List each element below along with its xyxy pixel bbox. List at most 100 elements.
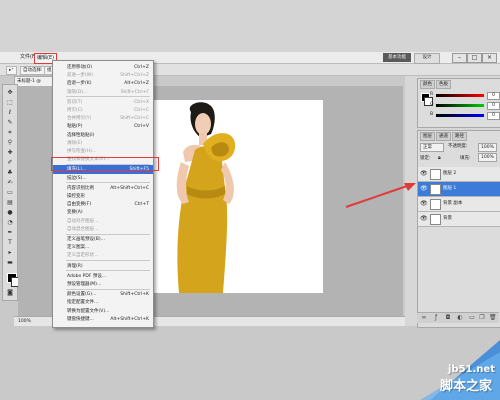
r-value-field[interactable]: 0 <box>487 92 500 100</box>
type-tool-icon[interactable]: T <box>5 239 15 247</box>
quick-mask-icon[interactable]: ◙ <box>5 289 15 297</box>
lasso-tool-icon[interactable]: ℓ <box>5 109 15 117</box>
essentials-workspace-button[interactable]: 基本功能 <box>383 53 411 62</box>
title-bar <box>0 0 500 52</box>
quick-select-tool-icon[interactable]: ✎ <box>5 119 15 127</box>
healing-tool-icon[interactable]: ✚ <box>5 149 15 157</box>
fill-highlight-box <box>51 157 159 171</box>
g-channel-label: G <box>430 102 434 107</box>
visibility-eye-icon[interactable]: 👁︎ <box>420 170 428 177</box>
edit-menu-item[interactable]: 渐隐(D)... Shift+Ctrl+F <box>53 88 153 97</box>
edit-menu-item[interactable]: 描边(S)... <box>53 174 153 183</box>
edit-menu-item[interactable]: 键盘快捷键... Alt+Shift+Ctrl+K <box>53 315 153 324</box>
move-tool-icon[interactable]: ✥ <box>5 89 15 97</box>
edit-menu-item[interactable]: 清理(R) <box>53 262 153 271</box>
adjustment-layer-icon[interactable]: ◐ <box>457 315 463 321</box>
layer-mask-icon[interactable]: ◘ <box>445 315 451 321</box>
blend-mode-select[interactable]: 正常 <box>420 143 444 152</box>
edit-menu-item[interactable]: 定义自定形状... <box>53 251 153 260</box>
color-panel: 颜色 色板 R 0 G 0 B 0 <box>417 78 500 128</box>
eyedropper-tool-icon[interactable]: ⚲ <box>5 139 15 147</box>
pen-tool-icon[interactable]: ✒ <box>5 229 15 237</box>
tab-paths[interactable]: 路径 <box>452 132 467 141</box>
menu-item-label: 渐隐(D)... <box>67 89 88 95</box>
trash-icon[interactable]: 🗑︎ <box>489 315 497 321</box>
minimize-icon[interactable]: – <box>452 53 467 63</box>
dodge-tool-icon[interactable]: ◔ <box>5 219 15 227</box>
g-slider[interactable] <box>436 104 484 107</box>
layer-name: 图层 2 <box>443 171 457 176</box>
new-layer-icon[interactable]: ❐ <box>479 315 485 321</box>
g-value-field[interactable]: 0 <box>487 102 500 110</box>
menu-item-label: 描边(S)... <box>67 175 87 181</box>
history-brush-tool-icon[interactable]: ✍ <box>5 179 15 187</box>
eraser-tool-icon[interactable]: ▭ <box>5 189 15 197</box>
blur-tool-icon[interactable]: ● <box>5 209 15 217</box>
layer-row[interactable]: 👁︎ 图层 1 <box>418 182 500 197</box>
fill-field[interactable]: 100% <box>478 153 497 162</box>
watermark-url: jb51.net <box>448 364 495 375</box>
menu-item-label: 清理(R) <box>67 263 83 269</box>
path-select-tool-icon[interactable]: ▸ <box>5 249 15 257</box>
menu-item-label: 预设管理器(M)... <box>67 282 102 287</box>
opacity-field[interactable]: 100% <box>478 143 497 152</box>
close-icon[interactable]: × <box>482 53 497 63</box>
lock-icon[interactable]: 🔒︎ <box>438 155 441 161</box>
new-group-icon[interactable]: ▭ <box>469 315 475 321</box>
stamp-tool-icon[interactable]: ♣ <box>5 169 15 177</box>
visibility-eye-icon[interactable]: 👁︎ <box>420 215 428 222</box>
r-slider[interactable] <box>436 94 484 97</box>
zoom-level[interactable]: 100% <box>18 319 31 324</box>
layer-style-icon[interactable]: ƒ <box>433 315 439 321</box>
b-value-field[interactable]: 0 <box>487 112 500 120</box>
edit-menu-dropdown: 还原移动(O) Ctrl+Z 前进一步(W) Shift+Ctrl+Z 后退一步(K) A… <box>52 60 154 328</box>
window-controls: – □ × <box>452 53 498 63</box>
link-layers-icon[interactable]: ∞ <box>421 315 427 321</box>
marquee-tool-icon[interactable]: ⬚ <box>5 99 15 107</box>
model-photo <box>176 102 236 293</box>
layer-thumbnail <box>430 214 441 225</box>
layer-name: 背景 副本 <box>443 201 463 206</box>
crop-tool-icon[interactable]: ⌗ <box>5 129 15 137</box>
layer-thumbnail <box>430 169 441 180</box>
layer-row[interactable]: 👁︎ 图层 2 <box>418 167 500 182</box>
tab-layers[interactable]: 图层 <box>420 132 435 141</box>
visibility-eye-icon[interactable]: 👁︎ <box>420 200 428 207</box>
opacity-label: 不透明度: <box>448 144 468 149</box>
edit-menu-item[interactable]: 预设管理器(M)... <box>53 280 153 289</box>
lock-label: 锁定: <box>420 156 431 161</box>
maximize-icon[interactable]: □ <box>467 53 482 63</box>
shape-tool-icon[interactable]: ▬ <box>5 259 15 267</box>
layer-thumbnail <box>430 184 441 195</box>
brush-tool-icon[interactable]: ✐ <box>5 159 15 167</box>
visibility-eye-icon[interactable]: 👁︎ <box>420 185 428 192</box>
tools-panel: ✥ ⬚ ℓ ✎ ⌗ ⚲ ✚ ✐ ♣ ✍ ▭ ▤ ● ◔ ✒ T ▸ ▬ ◙ <box>2 84 21 301</box>
annotation-arrow <box>345 183 416 208</box>
tab-swatches[interactable]: 色板 <box>436 80 451 89</box>
edit-menu-item[interactable]: 自动混合图层... <box>53 225 153 234</box>
auto-select-checkbox[interactable]: 自动选择: <box>20 66 46 75</box>
menu-item-label: 定义自定形状... <box>67 253 99 259</box>
menu-item-shortcut: Alt+Shift+Ctrl+K <box>110 316 149 322</box>
layer-row[interactable]: 👁︎ 背景 副本 <box>418 197 500 212</box>
b-slider[interactable] <box>436 114 484 117</box>
b-channel-label: B <box>430 112 434 117</box>
layer-name: 背景 <box>443 216 452 221</box>
document-canvas[interactable] <box>145 100 323 293</box>
fill-label: 填充: <box>460 156 471 161</box>
layers-panel-footer: ∞ ƒ ◘ ◐ ▭ ❐ 🗑︎ <box>417 312 499 323</box>
design-workspace-button[interactable]: 设计 <box>414 53 440 64</box>
r-channel-label: R <box>430 92 434 97</box>
tab-channels[interactable]: 通道 <box>436 132 451 141</box>
layer-row[interactable]: 👁︎ 背景 <box>418 212 500 227</box>
layers-panel: 图层 通道 路径 正常 不透明度: 100% 锁定: 🔒︎ 填充: 100% 👁… <box>417 130 500 328</box>
move-tool-icon[interactable]: ▸⁺ <box>6 66 17 75</box>
layer-name: 图层 1 <box>443 186 457 191</box>
menu-item-label: 自动混合图层... <box>67 226 99 232</box>
watermark-name: 脚本之家 <box>440 379 493 394</box>
gradient-tool-icon[interactable]: ▤ <box>5 199 15 207</box>
tab-color[interactable]: 颜色 <box>420 80 435 89</box>
layer-thumbnail <box>430 199 441 210</box>
menu-item-shortcut: Shift+Ctrl+F <box>120 89 149 95</box>
menu-item-label: 键盘快捷键... <box>67 316 94 322</box>
